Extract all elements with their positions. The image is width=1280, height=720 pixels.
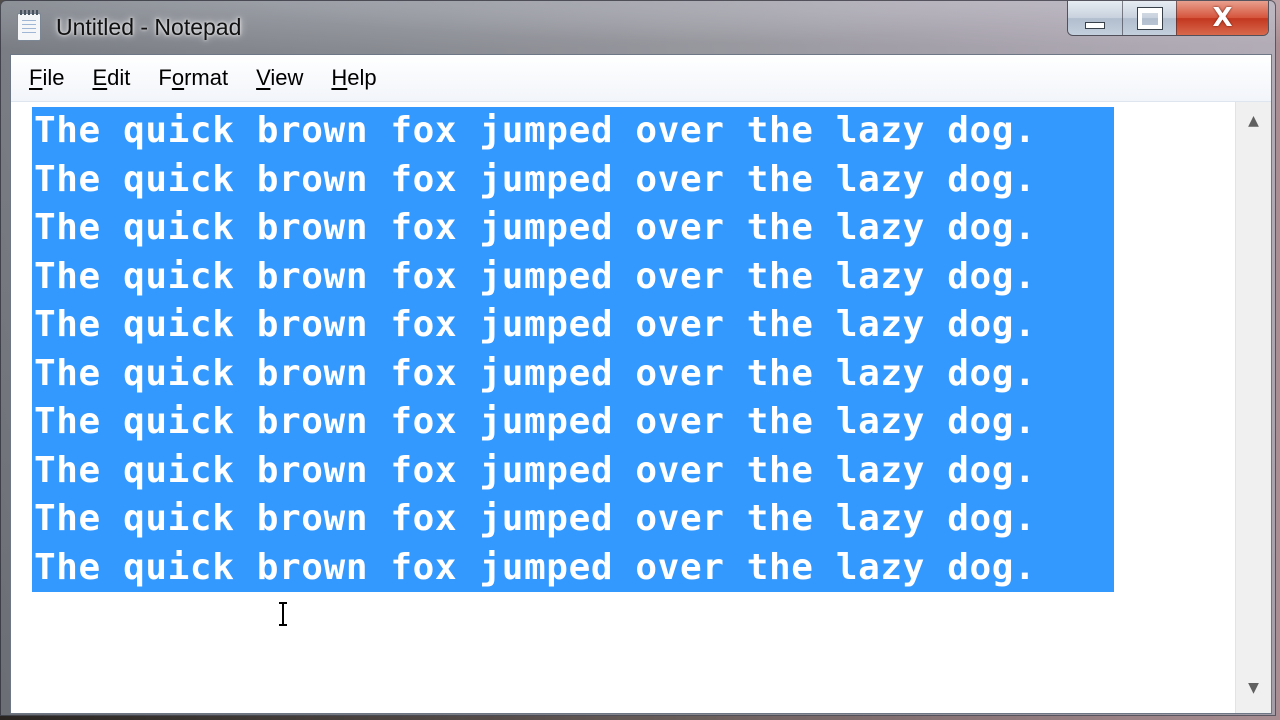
selected-text-line[interactable]: The quick brown fox jumped over the lazy… [32,301,1114,350]
text-lines: The quick brown fox jumped over the lazy… [32,107,1114,592]
selected-text-line[interactable]: The quick brown fox jumped over the lazy… [32,446,1114,495]
menu-help[interactable]: Help [319,59,388,97]
close-icon: X [1212,3,1233,33]
notepad-window: Untitled - Notepad X File Edit Format Vi… [0,0,1276,716]
menu-edit-label: dit [107,65,131,90]
caption-buttons: X [1067,1,1269,36]
ibeam-cursor-icon [279,602,287,626]
scroll-down-button[interactable]: ▼ [1236,673,1271,703]
menu-help-label: elp [347,65,377,90]
selected-text-line[interactable]: The quick brown fox jumped over the lazy… [32,495,1114,544]
selected-text-line[interactable]: The quick brown fox jumped over the lazy… [32,349,1114,398]
title-bar[interactable]: Untitled - Notepad X [1,1,1275,53]
selected-text-line[interactable]: The quick brown fox jumped over the lazy… [32,204,1114,253]
selected-text-line[interactable]: The quick brown fox jumped over the lazy… [32,155,1114,204]
menu-format-label: rmat [184,65,229,90]
menu-file-accel: F [29,65,43,90]
menu-edit-accel: E [92,65,108,90]
menu-bar: File Edit Format View Help [11,55,1271,102]
selected-text-line[interactable]: The quick brown fox jumped over the lazy… [32,252,1114,301]
text-editor[interactable]: The quick brown fox jumped over the lazy… [11,102,1235,713]
menu-format[interactable]: Format [146,59,240,97]
scroll-up-icon: ▲ [1248,113,1259,129]
selected-text-line[interactable]: The quick brown fox jumped over the lazy… [32,543,1114,592]
selected-text-line[interactable]: The quick brown fox jumped over the lazy… [32,107,1114,156]
minimize-button[interactable] [1068,1,1122,35]
maximize-icon [1136,6,1163,30]
notepad-app-icon[interactable] [17,10,41,41]
scroll-down-icon: ▼ [1248,680,1259,696]
selected-text-line[interactable]: The quick brown fox jumped over the lazy… [32,398,1114,447]
menu-format-accel: o [171,65,185,90]
maximize-button[interactable] [1122,1,1176,35]
menu-view[interactable]: View [244,59,315,97]
menu-format-pre: F [158,65,172,90]
vertical-scrollbar[interactable]: ▲ ▼ [1235,102,1271,713]
menu-file-label: ile [42,65,65,90]
menu-file[interactable]: File [17,59,76,97]
minimize-icon [1085,21,1105,29]
menu-edit[interactable]: Edit [80,59,142,97]
close-button[interactable]: X [1176,1,1268,35]
scroll-up-button[interactable]: ▲ [1236,106,1271,136]
window-title: Untitled - Notepad [56,14,242,40]
menu-view-accel: V [256,65,271,90]
menu-help-accel: H [331,65,348,90]
client-area: File Edit Format View Help The quick bro… [10,54,1272,714]
menu-view-label: iew [270,65,304,90]
